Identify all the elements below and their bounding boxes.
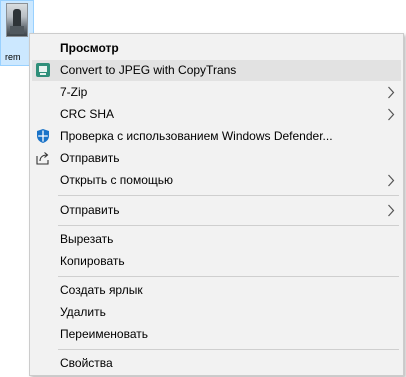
menu-separator bbox=[58, 225, 399, 226]
menu-item-cut[interactable]: Вырезать bbox=[32, 229, 401, 250]
context-menu: Просмотр Convert to JPEG with CopyTrans … bbox=[29, 33, 404, 376]
menu-item-label: Свойства bbox=[60, 356, 113, 370]
menu-item-delete[interactable]: Удалить bbox=[32, 302, 401, 323]
menu-item-convert-jpeg[interactable]: Convert to JPEG with CopyTrans bbox=[32, 60, 401, 81]
menu-item-create-shortcut[interactable]: Создать ярлык bbox=[32, 280, 401, 301]
menu-item-label: Проверка с использованием Windows Defend… bbox=[60, 129, 333, 143]
menu-item-label: Переименовать bbox=[60, 327, 148, 341]
menu-item-defender-scan[interactable]: Проверка с использованием Windows Defend… bbox=[32, 126, 401, 147]
chevron-right-icon bbox=[388, 204, 395, 217]
menu-item-properties[interactable]: Свойства bbox=[32, 353, 401, 374]
menu-item-7zip[interactable]: 7-Zip bbox=[32, 82, 401, 103]
menu-item-label: Копировать bbox=[60, 254, 125, 268]
image-thumbnail bbox=[6, 3, 28, 37]
menu-item-send-to[interactable]: Отправить bbox=[32, 200, 401, 221]
menu-item-label: Отправить bbox=[60, 203, 120, 217]
menu-item-label: Открыть с помощью bbox=[60, 173, 174, 187]
share-icon bbox=[36, 152, 49, 165]
menu-item-share[interactable]: Отправить bbox=[32, 148, 401, 169]
menu-item-label: Создать ярлык bbox=[60, 283, 143, 297]
menu-item-copy[interactable]: Копировать bbox=[32, 251, 401, 272]
menu-separator bbox=[58, 349, 399, 350]
copytrans-icon bbox=[36, 63, 50, 77]
menu-item-rename[interactable]: Переименовать bbox=[32, 324, 401, 345]
menu-item-open-with[interactable]: Открыть с помощью bbox=[32, 170, 401, 191]
menu-item-crc-sha[interactable]: CRC SHA bbox=[32, 104, 401, 125]
desktop: rem Просмотр Convert to JPEG with CopyTr… bbox=[0, 0, 406, 377]
file-name-label: rem bbox=[5, 52, 21, 62]
menu-item-label: 7-Zip bbox=[60, 85, 88, 99]
menu-item-label: Вырезать bbox=[60, 232, 114, 246]
chevron-right-icon bbox=[388, 86, 395, 99]
menu-item-label: Удалить bbox=[60, 305, 106, 319]
windows-defender-icon bbox=[37, 129, 49, 143]
chevron-right-icon bbox=[388, 174, 395, 187]
chevron-right-icon bbox=[388, 108, 395, 121]
menu-item-label: Просмотр bbox=[60, 41, 119, 55]
menu-separator bbox=[58, 276, 399, 277]
menu-item-preview[interactable]: Просмотр bbox=[32, 38, 401, 59]
menu-item-label: Отправить bbox=[60, 151, 120, 165]
menu-item-label: Convert to JPEG with CopyTrans bbox=[60, 63, 237, 77]
menu-item-label: CRC SHA bbox=[60, 107, 115, 121]
menu-separator bbox=[58, 195, 399, 196]
